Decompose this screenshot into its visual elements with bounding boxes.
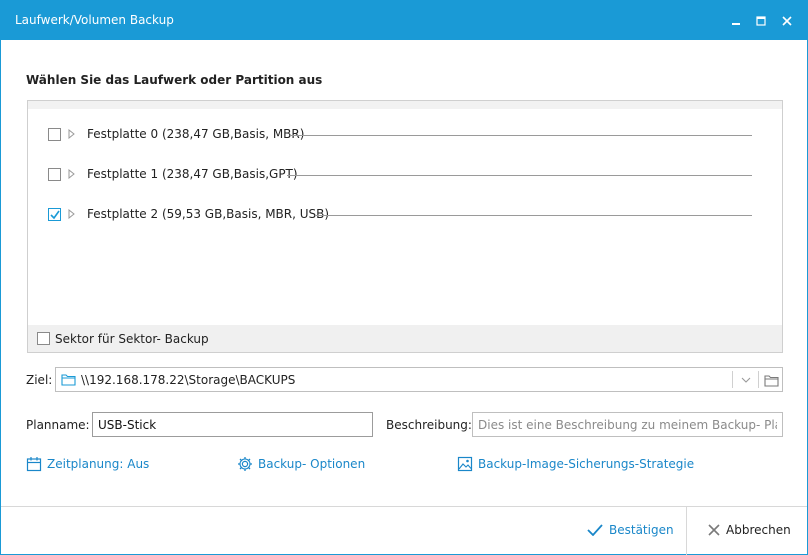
calendar-icon	[26, 457, 42, 472]
maximize-button[interactable]	[750, 10, 772, 32]
title-bar: Laufwerk/Volumen Backup	[1, 1, 807, 40]
target-label: Ziel:	[26, 373, 53, 387]
folder-icon	[61, 374, 76, 386]
target-path-text: \\192.168.178.22\Storage\BACKUPS	[81, 373, 296, 387]
disk-2-label: Festplatte 2 (59,53 GB,Basis, MBR, USB)	[87, 207, 330, 221]
folder-browse-icon	[763, 374, 779, 387]
image-strategy-link[interactable]: Backup-Image-Sicherungs-Strategie	[457, 456, 694, 472]
disk-1-bar	[287, 175, 752, 176]
schedule-link-label: Zeitplanung: Aus	[47, 457, 150, 471]
image-icon	[457, 456, 473, 472]
checkmark-icon	[50, 210, 60, 220]
backup-window: Laufwerk/Volumen Backup Wählen Sie das L…	[0, 0, 808, 555]
close-icon	[782, 16, 792, 26]
cancel-label: Abbrechen	[726, 523, 791, 537]
panel-top-strip	[28, 101, 782, 109]
divider	[732, 371, 733, 388]
cancel-button[interactable]: Abbrechen	[708, 523, 791, 537]
schedule-link[interactable]: Zeitplanung: Aus	[26, 456, 149, 472]
planname-input[interactable]	[92, 412, 373, 437]
disk-2-bar	[315, 215, 752, 216]
expand-triangle-icon[interactable]	[68, 169, 76, 179]
expand-triangle-icon[interactable]	[68, 209, 76, 219]
confirm-label: Bestätigen	[609, 523, 674, 537]
disk-list-panel: Festplatte 0 (238,47 GB,Basis, MBR) Fest…	[27, 100, 783, 353]
disk-row-1[interactable]: Festplatte 1 (238,47 GB,Basis,GPT)	[28, 165, 782, 185]
checkmark-icon	[587, 524, 603, 536]
confirm-button[interactable]: Bestätigen	[587, 523, 674, 537]
planname-label: Planname:	[26, 418, 90, 432]
disk-1-label: Festplatte 1 (238,47 GB,Basis,GPT)	[87, 167, 298, 181]
chevron-down-icon	[741, 377, 751, 383]
disk-0-label: Festplatte 0 (238,47 GB,Basis, MBR)	[87, 127, 305, 141]
image-strategy-label: Backup-Image-Sicherungs-Strategie	[478, 457, 695, 471]
minimize-button[interactable]	[725, 10, 747, 32]
path-dropdown-button[interactable]	[736, 372, 756, 388]
gear-icon	[238, 457, 252, 471]
window-title: Laufwerk/Volumen Backup	[15, 13, 174, 27]
browse-folder-button[interactable]	[761, 372, 781, 388]
description-label: Beschreibung:	[386, 418, 472, 432]
sector-backup-checkbox[interactable]	[37, 332, 50, 345]
disk-0-bar	[291, 135, 752, 136]
divider	[758, 371, 759, 388]
disk-1-checkbox[interactable]	[48, 168, 61, 181]
close-icon	[708, 524, 720, 536]
target-path-field[interactable]: \\192.168.178.22\Storage\BACKUPS	[55, 367, 783, 392]
close-window-button[interactable]	[776, 10, 798, 32]
sector-backup-label[interactable]: Sektor für Sektor- Backup	[55, 332, 209, 346]
disk-0-checkbox[interactable]	[48, 128, 61, 141]
disk-row-0[interactable]: Festplatte 0 (238,47 GB,Basis, MBR)	[28, 125, 782, 145]
maximize-icon	[756, 16, 766, 26]
backup-options-link[interactable]: Backup- Optionen	[237, 456, 365, 472]
expand-triangle-icon[interactable]	[68, 129, 76, 139]
description-input[interactable]	[472, 412, 783, 437]
backup-options-label: Backup- Optionen	[258, 457, 366, 471]
minimize-icon	[732, 23, 740, 25]
section-title: Wählen Sie das Laufwerk oder Partition a…	[26, 73, 323, 87]
footer-divider	[686, 507, 687, 555]
disk-row-2[interactable]: Festplatte 2 (59,53 GB,Basis, MBR, USB)	[28, 205, 782, 225]
sector-backup-strip: Sektor für Sektor- Backup	[28, 325, 782, 352]
disk-2-checkbox[interactable]	[48, 208, 61, 221]
dialog-footer: Bestätigen Abbrechen	[1, 506, 807, 555]
